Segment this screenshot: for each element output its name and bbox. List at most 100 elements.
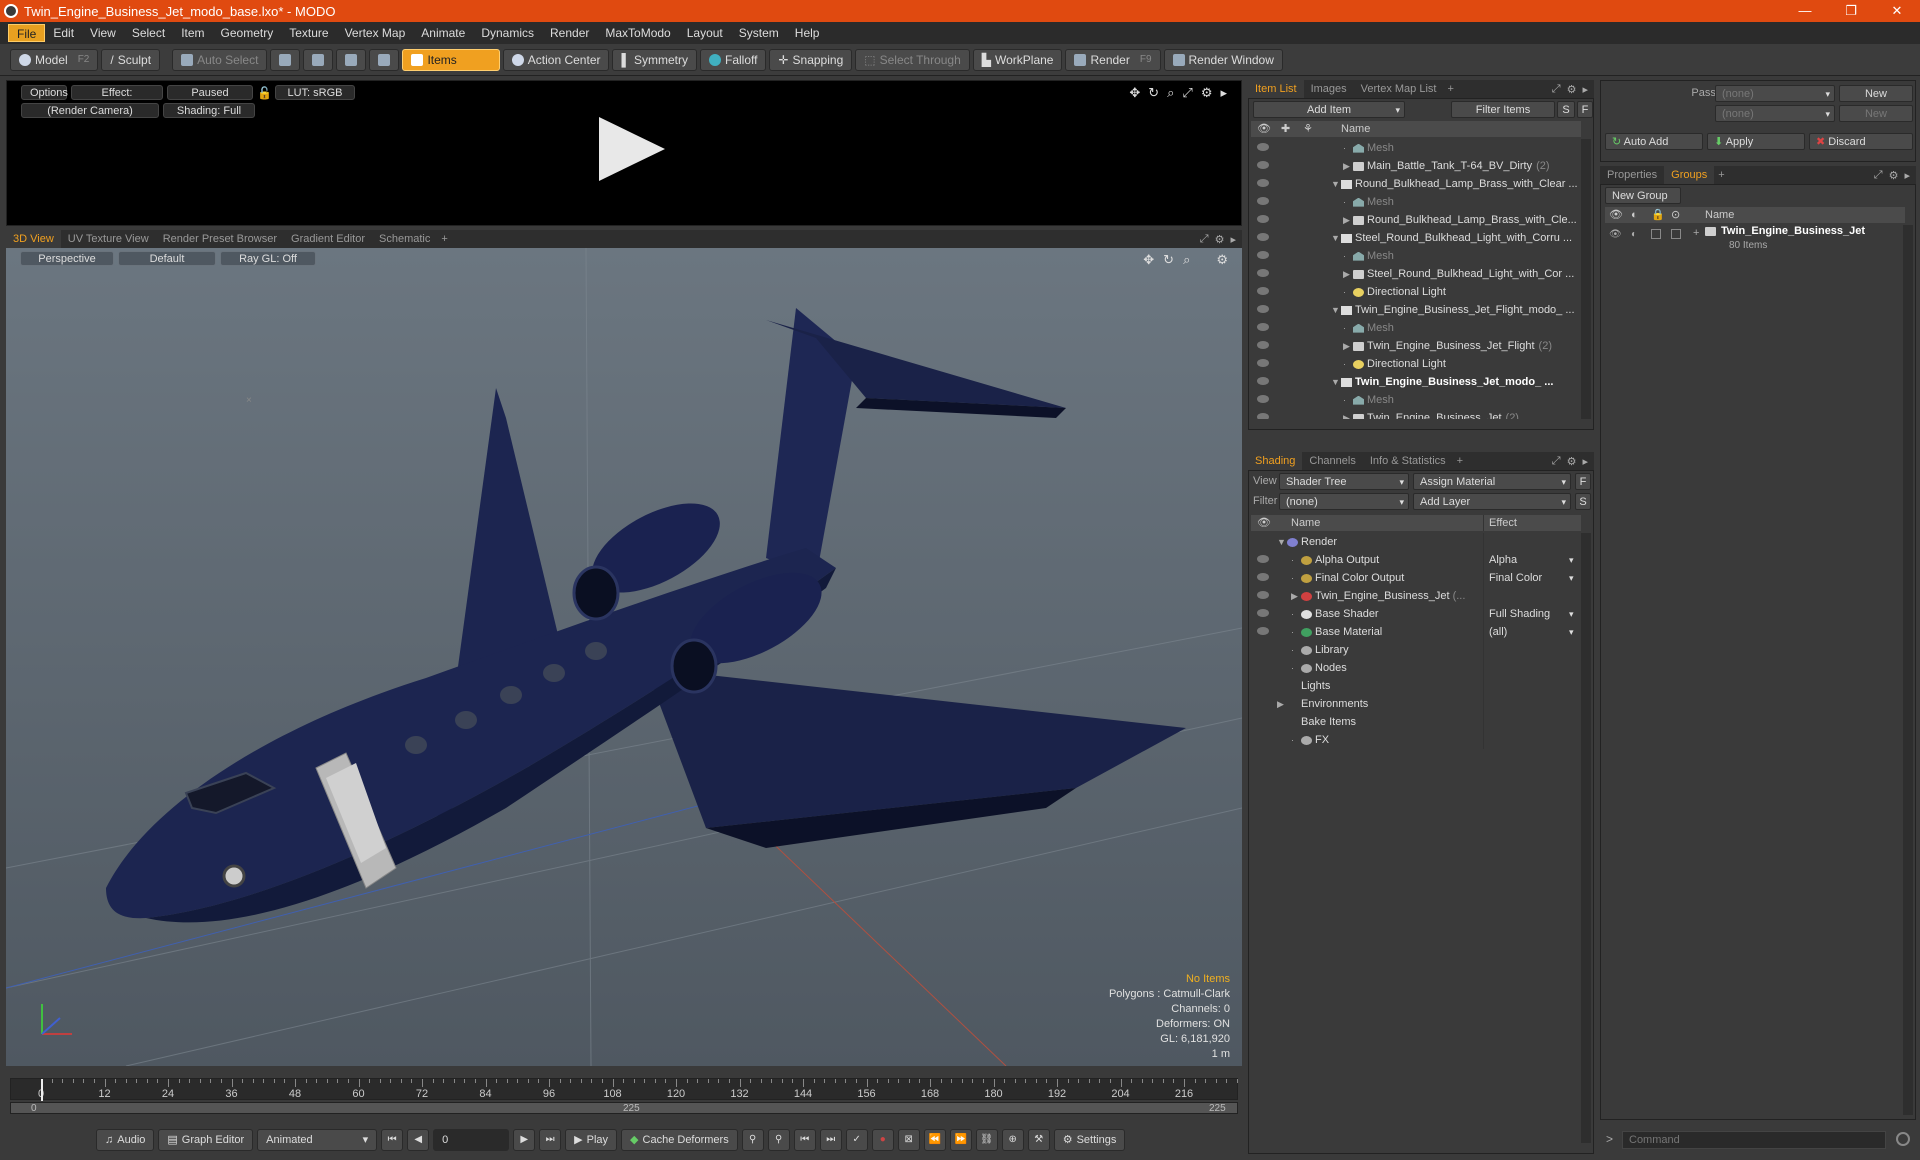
lock-checkbox[interactable] [1651, 229, 1661, 239]
filter-f-button[interactable]: F [1577, 101, 1593, 118]
item-row[interactable]: ▶ Steel_Round_Bulkhead_Light_with_Cor ... [1251, 265, 1581, 283]
shading-s-button[interactable]: S [1575, 493, 1591, 510]
expand-icon[interactable]: ▶ [1277, 695, 1287, 713]
viewport-tab-render-preset-browser[interactable]: Render Preset Browser [156, 230, 284, 248]
menu-layout[interactable]: Layout [679, 24, 731, 42]
key-icon-1[interactable]: ⚲ [741, 1129, 764, 1151]
eye-icon[interactable] [1257, 555, 1269, 563]
item-row[interactable]: ▶ Main_Battle_Tank_T-64_BV_Dirty (2) [1251, 157, 1581, 175]
key-icon-2[interactable]: ⚲ [767, 1129, 790, 1151]
paused-button[interactable]: Paused [167, 85, 253, 100]
prev-key-button[interactable]: ◀ [407, 1129, 430, 1151]
select-checkbox[interactable] [1671, 229, 1681, 239]
eye-icon[interactable] [1257, 323, 1269, 331]
cache-deformers-button[interactable]: ◆ Cache Deformers [621, 1129, 738, 1151]
new-pass-group-button[interactable]: New [1839, 85, 1913, 102]
chevron-down-icon[interactable]: ▾ [1569, 605, 1574, 623]
command-history-icon[interactable] [1896, 1132, 1910, 1146]
item-row[interactable]: · Mesh [1251, 193, 1581, 211]
add-item-dropdown[interactable]: Add Item ▾ [1253, 101, 1405, 118]
gear-icon[interactable]: ⚙ [1215, 233, 1225, 246]
itemlist-add-tab-icon[interactable]: + [1443, 83, 1457, 95]
expand-icon[interactable]: ⤢ [1200, 233, 1209, 246]
key-next-icon[interactable]: ⏭ [819, 1129, 842, 1151]
item-row[interactable]: ▶ Round_Bulkhead_Lamp_Brass_with_Cle... [1251, 211, 1581, 229]
groups-tab-groups[interactable]: Groups [1664, 166, 1715, 184]
play-icon[interactable] [599, 117, 665, 181]
shader-row[interactable]: ▶ Environments [1251, 695, 1581, 713]
eye-icon[interactable] [1257, 627, 1269, 635]
menu-render[interactable]: Render [542, 24, 597, 42]
collapse-icon[interactable]: ▼ [1331, 301, 1341, 319]
eye-icon[interactable] [1257, 609, 1269, 617]
menu-vertex-map[interactable]: Vertex Map [337, 24, 414, 42]
close-button[interactable]: ✕ [1874, 0, 1920, 22]
fit-icon[interactable]: ⤢ [1182, 85, 1192, 101]
auto-select-button[interactable]: Auto Select [172, 48, 268, 71]
action-center-button[interactable]: Action Center [502, 48, 610, 71]
symmetry-button[interactable]: ▌ Symmetry [612, 48, 697, 71]
shader-row[interactable]: · Library [1251, 641, 1581, 659]
expand-icon[interactable]: ▶ [1343, 157, 1353, 175]
eye-icon[interactable] [1257, 395, 1269, 403]
move-icon[interactable]: ✥ [1129, 85, 1140, 101]
item-row[interactable]: ▼ Twin_Engine_Business_Jet_Flight_modo_ .… [1251, 301, 1581, 319]
rotate-icon[interactable]: ↻ [1148, 85, 1159, 101]
lock-icon[interactable]: 🔓 [257, 86, 272, 100]
arrow-right-icon[interactable]: ▸ [1582, 83, 1588, 96]
edge-select-button[interactable] [303, 48, 334, 71]
menu-system[interactable]: System [731, 24, 787, 42]
options-button[interactable]: Options [21, 85, 68, 100]
play-button[interactable]: ▶ Play [565, 1129, 618, 1151]
item-row[interactable]: · Mesh [1251, 391, 1581, 409]
arrow-right-icon[interactable]: ▸ [1230, 233, 1236, 246]
itemlist-tab-item-list[interactable]: Item List [1248, 80, 1304, 98]
3d-viewport[interactable]: Perspective Default Ray GL: Off ✥ ↻ ⌕ ⚙ [6, 248, 1242, 1066]
shader-row[interactable]: ▶ Twin_Engine_Business_Jet (... [1251, 587, 1581, 605]
groups-tab-properties[interactable]: Properties [1600, 166, 1664, 184]
menu-item[interactable]: Item [173, 24, 212, 42]
filter-dropdown[interactable]: (none) ▾ [1279, 493, 1409, 510]
add-layer-dropdown[interactable]: Add Layer ▾ [1413, 493, 1571, 510]
key-skip-prev-icon[interactable]: ⏪ [923, 1129, 946, 1151]
eye-icon[interactable] [1257, 215, 1269, 223]
item-row[interactable]: ▶ Twin_Engine_Business_Jet (2) [1251, 409, 1581, 419]
auto-add-button[interactable]: ↻ Auto Add [1605, 133, 1703, 150]
eye-icon[interactable] [1257, 573, 1269, 581]
shader-row[interactable]: · Alpha Output Alpha ▾ [1251, 551, 1581, 569]
menu-animate[interactable]: Animate [413, 24, 473, 42]
eye-icon[interactable] [1257, 143, 1269, 151]
shader-row[interactable]: · Final Color Output Final Color ▾ [1251, 569, 1581, 587]
effect-dropdown[interactable]: Alpha [1489, 551, 1517, 569]
graph-editor-button[interactable]: ▤ Graph Editor [158, 1129, 254, 1151]
key-delete-icon[interactable]: ⊠ [897, 1129, 920, 1151]
polygon-select-button[interactable] [336, 48, 367, 71]
expand-icon[interactable]: ⤢ [1874, 169, 1883, 182]
shader-row[interactable]: Lights [1251, 677, 1581, 695]
itemlist-tab-images[interactable]: Images [1304, 80, 1354, 98]
effect-dropdown[interactable]: (all) [1489, 623, 1507, 641]
link-icon[interactable]: ⛓ [975, 1129, 998, 1151]
gear-icon[interactable]: ⚙ [1889, 169, 1899, 182]
discard-button[interactable]: ✖ Discard [1809, 133, 1913, 150]
key-skip-next-icon[interactable]: ⏩ [949, 1129, 972, 1151]
minimize-button[interactable]: — [1782, 0, 1828, 22]
last-frame-button[interactable]: ⏭ [539, 1129, 562, 1151]
render-button[interactable]: Render F9 [1065, 48, 1161, 71]
assign-material-dropdown[interactable]: Assign Material ▾ [1413, 473, 1571, 490]
frame-field[interactable]: 0 [433, 1129, 510, 1151]
shading-tab-shading[interactable]: Shading [1248, 452, 1303, 470]
collapse-icon[interactable]: ▼ [1331, 229, 1341, 247]
channel-icon[interactable]: ⊕ [1001, 1129, 1024, 1151]
shader-row[interactable]: · FX [1251, 731, 1581, 749]
collapse-icon[interactable]: ▼ [1277, 533, 1287, 551]
items-mode-button[interactable]: Items [402, 48, 500, 71]
model-mode-button[interactable]: Model F2 [10, 48, 99, 71]
chevron-down-icon[interactable]: ▾ [1569, 569, 1574, 587]
item-row[interactable]: ▼ Steel_Round_Bulkhead_Light_with_Corru .… [1251, 229, 1581, 247]
audio-button[interactable]: ♫ Audio [96, 1129, 155, 1151]
expand-icon[interactable]: ▶ [1291, 587, 1301, 605]
item-row[interactable]: · Directional Light [1251, 283, 1581, 301]
item-row[interactable]: · Directional Light [1251, 355, 1581, 373]
item-row[interactable]: ▼ Round_Bulkhead_Lamp_Brass_with_Clear ..… [1251, 175, 1581, 193]
